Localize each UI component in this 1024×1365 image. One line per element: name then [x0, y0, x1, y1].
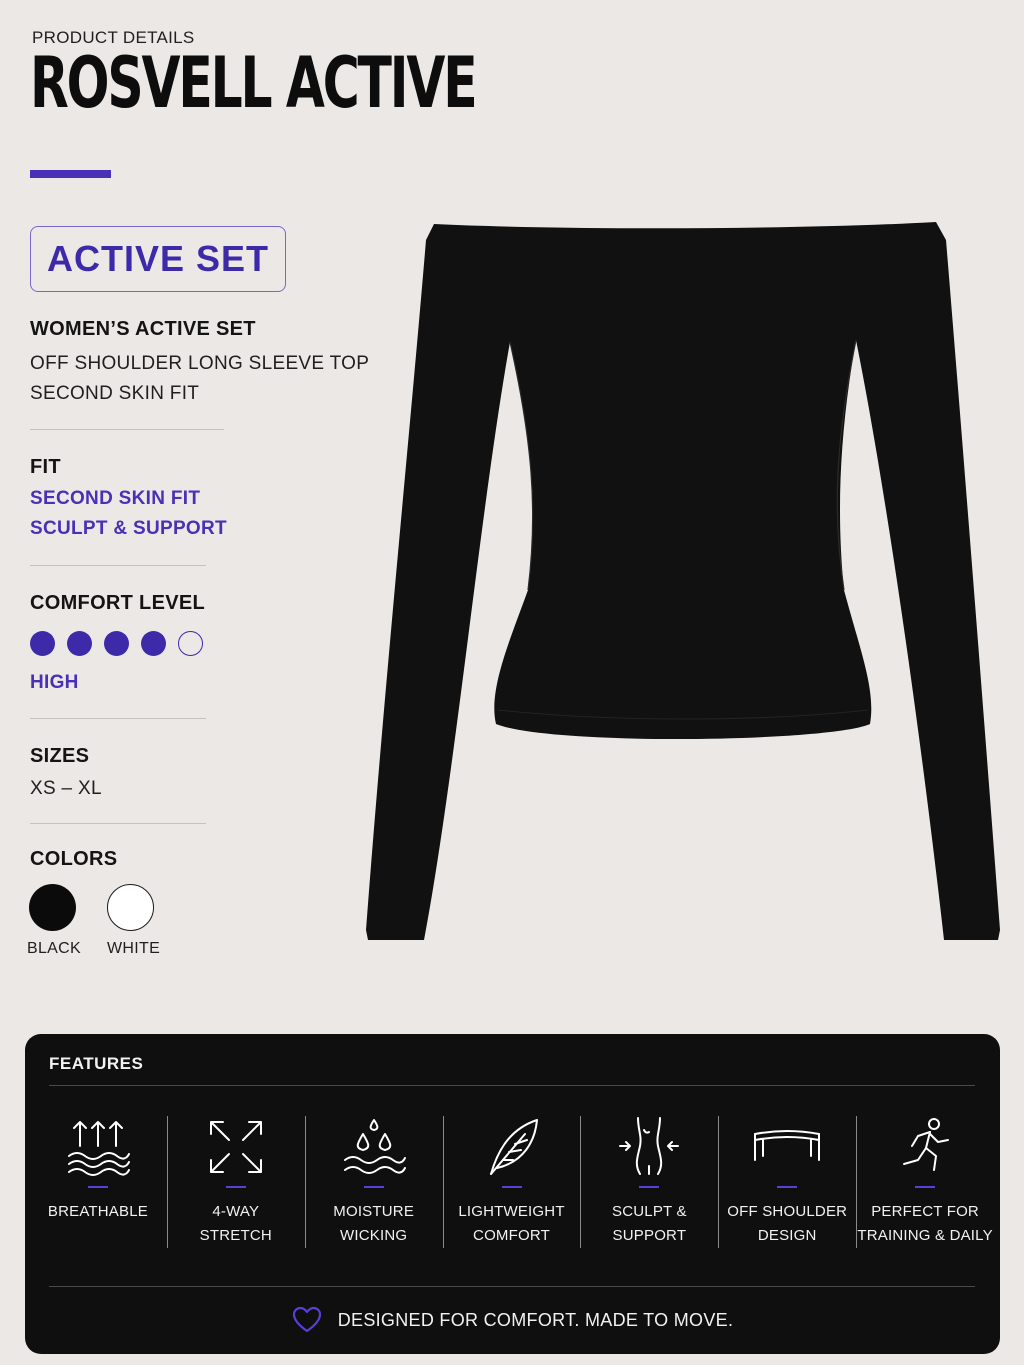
feature-item: OFF SHOULDER DESIGN [718, 1116, 856, 1250]
sizes-heading: SIZES [30, 745, 90, 767]
color-swatch-white[interactable] [107, 884, 154, 931]
feature-label: 4-WAY STRETCH [199, 1203, 272, 1244]
fit-heading: FIT [30, 456, 61, 478]
divider [30, 565, 206, 566]
breathable-icon [67, 1121, 130, 1176]
color-swatch-black[interactable] [29, 884, 76, 931]
feature-label: MOISTURE WICKING [333, 1203, 415, 1244]
heart-icon [292, 1306, 321, 1333]
feature-label: LIGHTWEIGHT COMFORT [458, 1203, 565, 1244]
product-image [360, 210, 1008, 950]
divider [30, 823, 206, 824]
rating-dot-filled [67, 631, 92, 656]
comfort-rating [30, 631, 203, 656]
rating-dot-empty [178, 631, 203, 656]
feature-item: 4-WAY STRETCH [166, 1116, 305, 1250]
feature-accent [501, 1186, 522, 1188]
off-shoulder-icon [754, 1130, 821, 1161]
feature-label: SCULPT & SUPPORT [612, 1203, 687, 1244]
feature-accent [87, 1186, 108, 1188]
fit-value: SECOND SKIN FIT [30, 488, 201, 509]
features-divider [49, 1085, 975, 1086]
features-row: BREATHABLE 4-WAY STRETCH MOISTURE WICKIN… [29, 1116, 994, 1250]
colors-heading: COLORS [30, 848, 118, 870]
stretch-icon [209, 1121, 262, 1173]
features-divider [49, 1286, 975, 1287]
feature-item: SCULPT & SUPPORT [580, 1116, 718, 1250]
tagline: DESIGNED FOR COMFORT. MADE TO MOVE. [25, 1306, 1000, 1334]
feature-accent [639, 1186, 660, 1188]
runner-icon [903, 1118, 950, 1171]
sizes-range: XS – XL [30, 778, 102, 799]
features-panel: FEATURES BREATHABLE 4-WAY STRETCH MOISTU… [25, 1034, 1000, 1354]
feature-accent [363, 1186, 384, 1188]
rating-dot-filled [141, 631, 166, 656]
feature-item: BREATHABLE [29, 1116, 167, 1250]
divider [30, 429, 224, 430]
comfort-heading: COMFORT LEVEL [30, 592, 206, 614]
summary-line: OFF SHOULDER LONG SLEEVE TOP [30, 353, 370, 374]
color-label-white: WHITE [107, 940, 161, 957]
summary-line: SECOND SKIN FIT [30, 383, 200, 404]
feature-accent [915, 1186, 936, 1188]
divider [30, 718, 206, 719]
feature-accent [777, 1186, 798, 1188]
off-shoulder-top-illustration [366, 222, 1000, 940]
feature-label: PERFECT FOR TRAINING & DAILY [857, 1203, 993, 1244]
tagline-text: DESIGNED FOR COMFORT. MADE TO MOVE. [337, 1309, 734, 1330]
feature-label: BREATHABLE [47, 1203, 148, 1220]
feature-item: MOISTURE WICKING [304, 1116, 443, 1250]
brand-title: ROSVELL ACTIVE [30, 42, 478, 124]
moisture-icon [343, 1119, 406, 1174]
rating-dot-filled [30, 631, 55, 656]
summary-title: WOMEN’S ACTIVE SET [30, 318, 256, 340]
brand-accent-rule [30, 170, 111, 178]
feature-item: PERFECT FOR TRAINING & DAILY [856, 1116, 994, 1250]
comfort-label: HIGH [30, 672, 79, 693]
color-label-black: BLACK [27, 940, 81, 957]
feather-icon [489, 1119, 538, 1175]
sculpt-icon [619, 1117, 680, 1175]
features-title: FEATURES [49, 1054, 144, 1073]
rating-dot-filled [104, 631, 129, 656]
feature-accent [225, 1186, 246, 1188]
fit-value: SCULPT & SUPPORT [30, 518, 227, 539]
feature-label: OFF SHOULDER DESIGN [727, 1203, 848, 1244]
feature-item: LIGHTWEIGHT COMFORT [442, 1116, 581, 1250]
active-set-badge: ACTIVE SET [30, 226, 286, 292]
